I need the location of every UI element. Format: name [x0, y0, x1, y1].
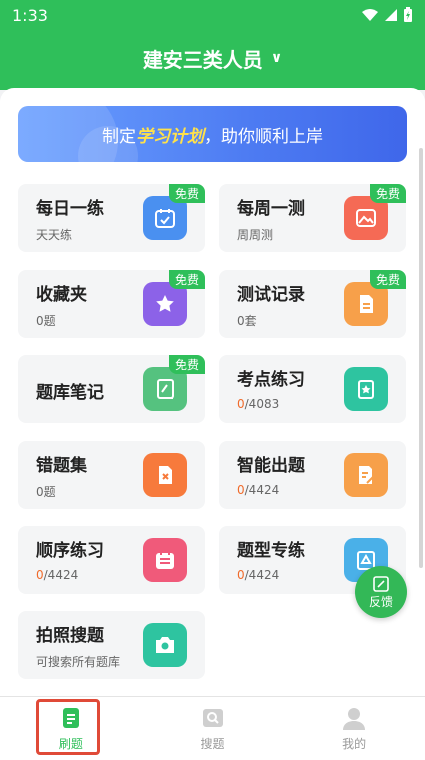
status-icons [361, 7, 413, 23]
status-time: 1:33 [12, 5, 48, 25]
profile-icon [343, 708, 366, 730]
scrollbar[interactable] [419, 148, 423, 568]
camera-icon [143, 623, 187, 667]
free-badge: 免费 [369, 184, 406, 203]
card-title: 收藏夹 [36, 285, 87, 305]
free-badge: 免费 [168, 184, 205, 203]
edit-doc-icon [344, 453, 388, 497]
card-title: 每周一测 [237, 199, 305, 219]
card-subtitle: 0题 [36, 485, 56, 499]
clipboard-star-icon [344, 367, 388, 411]
battery-icon [404, 7, 412, 22]
card-title: 拍照搜题 [36, 626, 104, 646]
card-test-records[interactable]: 测试记录 0套 免费 [219, 270, 406, 338]
card-question-notes[interactable]: 题库笔记 免费 [18, 355, 205, 423]
card-title: 题型专练 [237, 541, 305, 561]
free-badge: 免费 [369, 270, 406, 289]
card-subtitle: 0/4083 [237, 397, 279, 411]
card-subtitle: 0/4424 [36, 568, 78, 582]
free-badge: 免费 [168, 355, 205, 374]
feedback-button[interactable]: 反馈 [355, 566, 407, 618]
app-header: 1:33 建安三类人员 ∨ [0, 0, 425, 90]
card-title: 考点练习 [237, 370, 305, 390]
card-weekly-test[interactable]: 每周一测 周周测 免费 [219, 184, 406, 252]
card-subtitle: 天天练 [36, 228, 73, 242]
signal-icon [385, 9, 397, 21]
wifi-icon [362, 9, 378, 21]
card-subtitle: 0套 [237, 314, 257, 328]
progress-current: 0 [237, 568, 245, 582]
progress-current: 0 [36, 568, 44, 582]
progress-total: /4083 [244, 397, 280, 411]
status-bar: 1:33 [0, 0, 425, 30]
tab-label: 搜题 [200, 737, 225, 751]
tab-label: 我的 [342, 737, 367, 751]
progress-total: /4424 [244, 483, 280, 497]
card-subtitle: 0/4424 [237, 568, 279, 582]
card-daily-practice[interactable]: 每日一练 天天练 免费 [18, 184, 205, 252]
tab-search[interactable]: 搜题 [142, 697, 284, 760]
card-title: 题库笔记 [36, 383, 104, 403]
free-badge: 免费 [168, 270, 205, 289]
banner-highlight: 学习计划 [136, 126, 204, 147]
card-photo-search[interactable]: 拍照搜题 可搜索所有题库 [18, 611, 205, 679]
chevron-down-icon: ∨ [270, 50, 283, 66]
card-title: 顺序练习 [36, 541, 104, 561]
card-subtitle: 可搜索所有题库 [36, 655, 121, 669]
progress-current: 0 [237, 397, 245, 411]
error-file-icon [143, 453, 187, 497]
page-title: 建安三类人员 [142, 47, 263, 72]
progress-total: /4424 [43, 568, 79, 582]
card-title: 每日一练 [36, 199, 104, 219]
search-icon [202, 709, 223, 727]
card-title: 智能出题 [237, 456, 305, 476]
progress-current: 0 [237, 483, 245, 497]
card-subtitle: 0/4424 [237, 483, 279, 497]
card-wrong-questions[interactable]: 错题集 0题 [18, 441, 205, 509]
feedback-label: 反馈 [368, 594, 393, 609]
feedback-icon [373, 575, 389, 592]
card-favorites[interactable]: 收藏夹 0题 免费 [18, 270, 205, 338]
banner-suffix: ，助你顺利上岸 [204, 126, 323, 147]
study-plan-banner[interactable]: 制定 学习计划 ，助你顺利上岸 [18, 106, 407, 162]
card-keypoint-practice[interactable]: 考点练习 0/4083 [219, 355, 406, 423]
card-smart-generate[interactable]: 智能出题 0/4424 [219, 441, 406, 509]
card-title: 测试记录 [237, 285, 305, 305]
list-calendar-icon [143, 538, 187, 582]
card-subtitle: 0题 [36, 314, 56, 328]
progress-total: /4424 [244, 568, 280, 582]
active-tab-highlight [36, 699, 100, 755]
tab-profile[interactable]: 我的 [283, 697, 425, 760]
card-sequential-practice[interactable]: 顺序练习 0/4424 [18, 526, 205, 594]
card-subtitle: 周周测 [237, 228, 274, 242]
card-title: 错题集 [36, 456, 87, 476]
exam-category-selector[interactable]: 建安三类人员 ∨ [0, 30, 425, 86]
